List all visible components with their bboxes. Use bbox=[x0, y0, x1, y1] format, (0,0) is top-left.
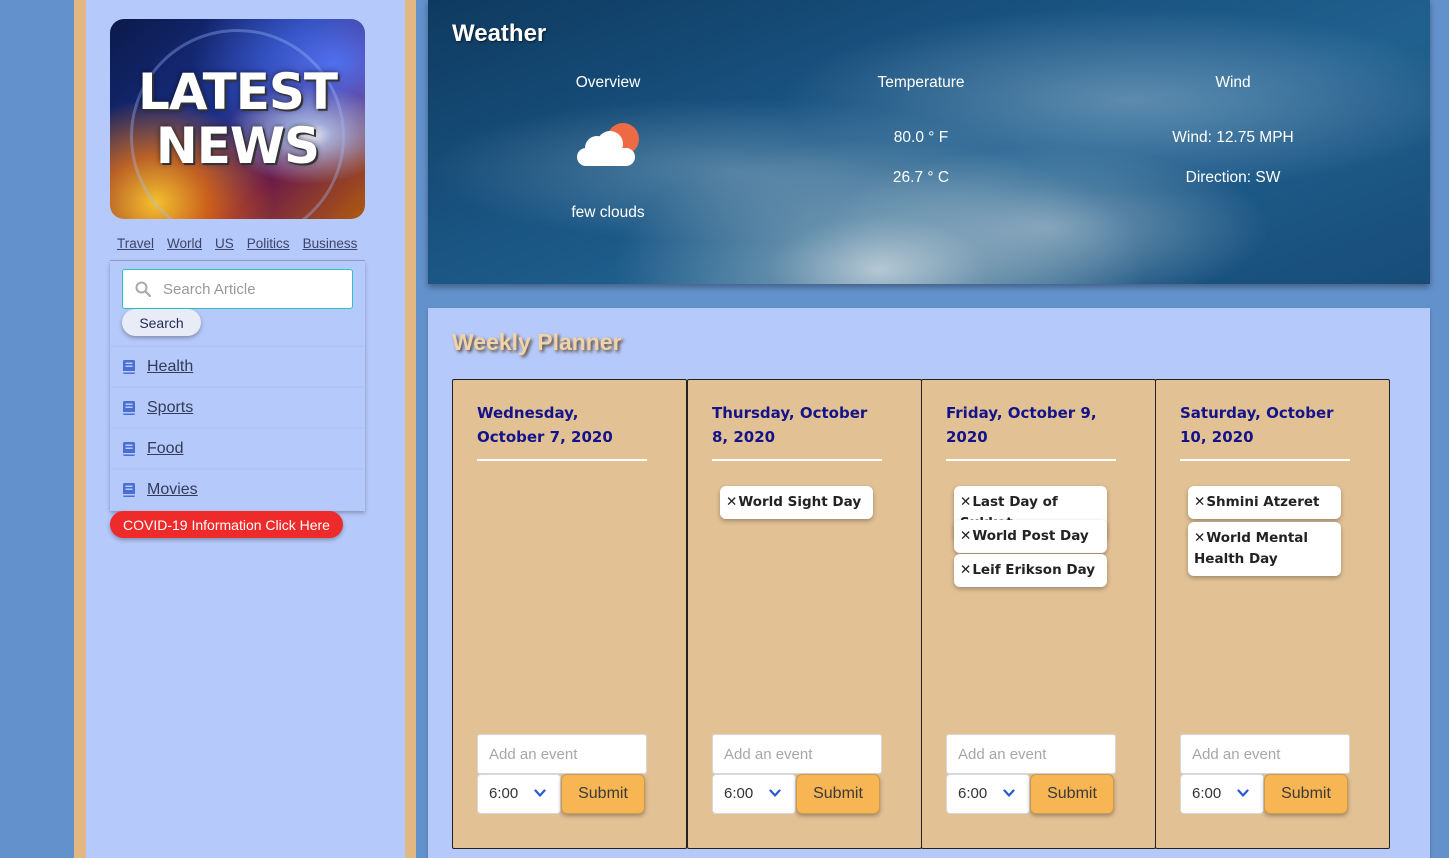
remove-icon[interactable]: ✕ bbox=[960, 528, 971, 544]
sidebar-item-movies[interactable]: Movies bbox=[110, 470, 365, 511]
weekly-planner: Weekly Planner Wednesday, October 7, 202… bbox=[428, 308, 1430, 858]
book-icon bbox=[123, 401, 135, 415]
temperature-celsius: 26.7 ° C bbox=[892, 169, 950, 186]
submit-button[interactable]: Submit bbox=[796, 774, 880, 814]
weather-wind-header: Wind bbox=[1215, 74, 1251, 91]
time-select[interactable]: 6:00 bbox=[946, 774, 1030, 814]
book-icon bbox=[123, 360, 135, 374]
remove-icon[interactable]: ✕ bbox=[726, 494, 737, 510]
latest-news-logo: LATEST NEWS bbox=[110, 19, 365, 219]
weather-title: Weather bbox=[452, 20, 547, 47]
event-label: Shmini Atzeret bbox=[1206, 494, 1320, 510]
event-chip[interactable]: ✕Shmini Atzeret bbox=[1188, 486, 1341, 519]
time-select[interactable]: 6:00 bbox=[477, 774, 561, 814]
sidebar-item-label: Health bbox=[147, 358, 194, 375]
event-chip[interactable]: ✕World Sight Day bbox=[720, 486, 873, 519]
weather-condition: few clouds bbox=[571, 204, 645, 221]
sidebar-item-health[interactable]: Health bbox=[110, 347, 365, 388]
event-chip[interactable]: ✕World Post Day bbox=[954, 520, 1107, 553]
remove-icon[interactable]: ✕ bbox=[960, 494, 971, 510]
time-select-value: 6:00 bbox=[724, 785, 754, 802]
date-divider bbox=[946, 459, 1116, 461]
planner-title: Weekly Planner bbox=[452, 329, 622, 355]
search-input[interactable] bbox=[122, 269, 353, 309]
event-label: Leif Erikson Day bbox=[972, 562, 1096, 578]
logo-line1: LATEST bbox=[137, 63, 338, 121]
remove-icon[interactable]: ✕ bbox=[960, 562, 971, 578]
date-divider bbox=[477, 459, 647, 461]
event-chip[interactable]: ✕World Mental Health Day bbox=[1188, 522, 1341, 576]
time-select-value: 6:00 bbox=[489, 785, 519, 802]
search-button[interactable]: Search bbox=[122, 309, 201, 336]
time-select[interactable]: 6:00 bbox=[712, 774, 796, 814]
event-label: World Sight Day bbox=[738, 494, 862, 510]
submit-button[interactable]: Submit bbox=[561, 774, 645, 814]
logo-line2: NEWS bbox=[155, 117, 320, 175]
day-date: Friday, October 9, 2020 bbox=[946, 404, 1097, 446]
remove-icon[interactable]: ✕ bbox=[1194, 494, 1205, 510]
nav-link-business[interactable]: Business bbox=[303, 236, 358, 251]
add-event-input[interactable] bbox=[1180, 734, 1350, 774]
book-icon bbox=[123, 483, 135, 497]
chevron-down-icon bbox=[534, 789, 546, 797]
day-date: Saturday, October 10, 2020 bbox=[1180, 404, 1334, 446]
submit-button[interactable]: Submit bbox=[1264, 774, 1348, 814]
sidebar-item-label: Movies bbox=[147, 481, 198, 498]
book-icon bbox=[123, 442, 135, 456]
chevron-down-icon bbox=[769, 789, 781, 797]
temperature-fahrenheit: 80.0 ° F bbox=[893, 129, 949, 146]
top-nav: Travel World US Politics Business bbox=[117, 236, 370, 251]
weather-panel: Weather Overview few clouds Temperature … bbox=[428, 0, 1430, 284]
day-date: Thursday, October 8, 2020 bbox=[712, 404, 868, 446]
partly-cloudy-icon bbox=[577, 123, 639, 166]
nav-link-world[interactable]: World bbox=[167, 236, 202, 251]
wind-speed: Wind: 12.75 MPH bbox=[1172, 129, 1294, 146]
weather-temperature-header: Temperature bbox=[877, 74, 965, 91]
add-event-input[interactable] bbox=[477, 734, 647, 774]
search-icon bbox=[135, 281, 151, 297]
day-card-friday: Friday, October 9, 2020 ✕Last Day of Suk… bbox=[921, 379, 1156, 849]
event-label: World Post Day bbox=[972, 528, 1089, 544]
wind-direction: Direction: SW bbox=[1185, 169, 1281, 186]
date-divider bbox=[712, 459, 882, 461]
add-event-input[interactable] bbox=[712, 734, 882, 774]
day-card-saturday: Saturday, October 10, 2020 ✕Shmini Atzer… bbox=[1155, 379, 1390, 849]
day-date: Wednesday, October 7, 2020 bbox=[477, 404, 613, 446]
sidebar-item-label: Sports bbox=[147, 399, 194, 416]
sidebar-item-food[interactable]: Food bbox=[110, 429, 365, 470]
nav-link-travel[interactable]: Travel bbox=[117, 236, 154, 251]
time-select[interactable]: 6:00 bbox=[1180, 774, 1264, 814]
event-label: World Mental Health Day bbox=[1194, 530, 1309, 567]
nav-link-us[interactable]: US bbox=[215, 236, 234, 251]
chevron-down-icon bbox=[1237, 789, 1249, 797]
day-card-thursday: Thursday, October 8, 2020 ✕World Sight D… bbox=[687, 379, 922, 849]
nav-link-politics[interactable]: Politics bbox=[247, 236, 290, 251]
sidebar-item-label: Food bbox=[147, 440, 184, 457]
sidebar-item-sports[interactable]: Sports bbox=[110, 388, 365, 429]
time-select-value: 6:00 bbox=[1192, 785, 1222, 802]
date-divider bbox=[1180, 459, 1350, 461]
covid-info-button[interactable]: COVID-19 Information Click Here bbox=[110, 511, 343, 538]
event-chip[interactable]: ✕Leif Erikson Day bbox=[954, 554, 1107, 587]
chevron-down-icon bbox=[1003, 789, 1015, 797]
add-event-input[interactable] bbox=[946, 734, 1116, 774]
weather-overview-header: Overview bbox=[575, 74, 641, 91]
time-select-value: 6:00 bbox=[958, 785, 988, 802]
remove-icon[interactable]: ✕ bbox=[1194, 530, 1205, 546]
submit-button[interactable]: Submit bbox=[1030, 774, 1114, 814]
day-card-wednesday: Wednesday, October 7, 2020 6:00 Submit bbox=[452, 379, 687, 849]
